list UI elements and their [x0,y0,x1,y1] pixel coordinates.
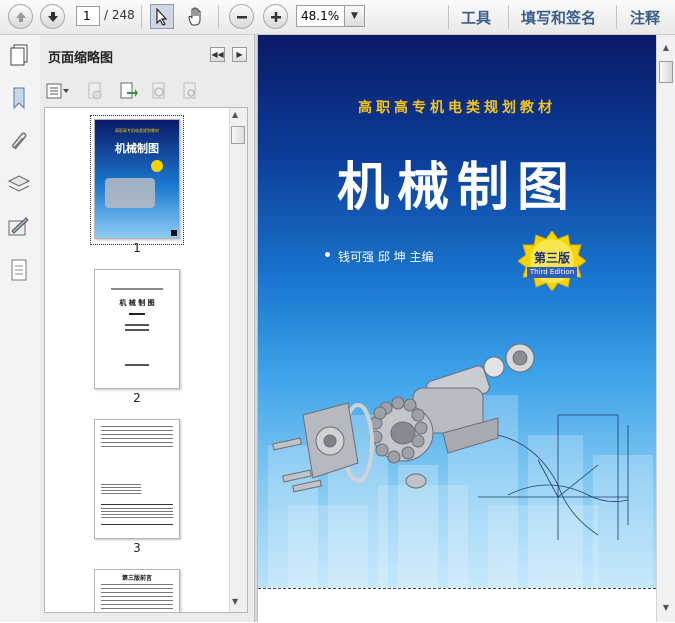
thumbnail-panel: 页面缩略图 ◀◀ ▶ 高职高专机电类规划教材 机械制图 1 机 械 制 图 2 … [40,35,254,622]
page-thumbnails-button[interactable] [7,43,31,67]
expand-panel-button[interactable]: ▶ [232,47,247,62]
signature-icon [8,217,29,236]
layers-icon [7,175,31,192]
thumbnail-label: 1 [133,241,141,255]
document-scrollbar[interactable]: ▲ ▼ [656,35,675,622]
thumbnail-page-3[interactable] [94,419,180,539]
thumbnail-page-2[interactable]: 机 械 制 图 [94,269,180,389]
toolbar-divider [218,5,219,29]
page-content-button[interactable] [7,258,31,282]
page-thumbnails-icon [10,44,28,66]
document-viewer: 高职高专机电类规划教材 机械制图 钱可强 邱 坤 主编 第三版 Third Ed… [258,35,675,623]
tools-menu[interactable]: 工具 [461,7,491,28]
options-menu-icon[interactable] [46,82,70,100]
cover-authors: 钱可强 邱 坤 主编 [338,250,434,264]
thumb-text-line [125,329,149,331]
attachment-icon [11,132,27,150]
thumbnail-page-1[interactable]: 高职高专机电类规划教材 机械制图 [94,119,180,239]
attachments-button[interactable] [7,129,31,153]
thumb-text-block [101,508,173,520]
thumb-publisher-line [125,364,149,366]
page-gap [258,588,656,623]
thumb-rule [101,504,173,505]
toolbar-divider [141,5,142,29]
thumb-barcode [171,230,177,236]
thumb-page-title: 第三版前言 [121,575,152,582]
minus-icon [236,15,247,18]
arrow-up-icon [15,11,26,22]
thumb-text-block [101,584,173,612]
thumb-text-line [111,288,163,290]
extract-page-icon[interactable] [118,81,138,101]
badge-sub-text: Third Edition [527,267,577,278]
fill-sign-menu[interactable]: 填写和签名 [521,7,596,28]
thumb-rule [101,524,173,525]
scroll-down-icon[interactable]: ▼ [232,597,238,606]
thumbnail-label: 3 [133,541,141,555]
zoom-in-button[interactable] [263,4,288,29]
page-icon [11,259,27,281]
double-chevron-left-icon: ◀◀ [211,50,224,59]
arrow-down-icon [47,11,58,22]
technical-drawing [478,414,629,540]
hand-icon [188,6,201,25]
comment-menu[interactable]: 注释 [630,7,660,28]
thumbnail-label: 2 [133,391,141,405]
hand-tool-button[interactable] [184,4,208,29]
thumb-page-title: 机 械 制 图 [119,299,155,307]
toolbar-divider [508,5,509,29]
thumb-badge [151,160,163,172]
thumb-cover-graphic [105,178,155,208]
cover-page: 高职高专机电类规划教材 机械制图 钱可强 邱 坤 主编 第三版 Third Ed… [258,35,656,588]
thumbnail-list: 高职高专机电类规划教材 机械制图 1 机 械 制 图 2 3 第三版前言 ▲ ▼ [44,107,248,613]
page-total: / 248 [104,8,135,22]
toolbar-divider [616,5,617,29]
cover-title: 机械制图 [336,157,577,218]
thumbnail-toolbar [40,78,254,104]
page-properties-icon[interactable] [180,81,200,101]
thumb-text-block [101,484,141,494]
next-page-button[interactable] [40,4,65,29]
navigation-rail [0,35,41,622]
scroll-up-icon[interactable]: ▲ [232,110,238,119]
thumbnail-scroll-thumb[interactable] [231,126,245,144]
bookmarks-button[interactable] [7,86,31,110]
thumbnail-page-4[interactable]: 第三版前言 [94,569,180,612]
page-number-input[interactable]: 1 [76,6,100,26]
thumb-cover-title: 机械制图 [115,142,159,155]
layers-button[interactable] [7,172,31,196]
bookmark-icon [13,87,25,110]
author-bullet [325,252,330,257]
chevron-right-icon: ▶ [236,50,243,59]
plus-icon [270,11,281,22]
rotate-page-icon[interactable] [149,81,169,101]
panel-header: 页面缩略图 ◀◀ ▶ [40,35,254,75]
panel-title: 页面缩略图 [48,51,114,66]
thumb-text-line [125,324,149,326]
document-scroll-thumb[interactable] [659,61,673,83]
collapse-panel-button[interactable]: ◀◀ [210,47,225,62]
thumb-text-line [129,313,145,315]
main-toolbar: 1 / 248 48.1% ▼ 工具 填写和签名 注释 [0,0,675,35]
cursor-icon [156,7,168,26]
badge-main-text: 第三版 [533,251,570,265]
zoom-level-input[interactable]: 48.1% [296,5,345,27]
toolbar-divider [448,5,449,29]
previous-page-button[interactable] [8,4,33,29]
chevron-down-icon: ▼ [351,11,358,21]
cover-series: 高职高专机电类规划教材 [358,100,556,116]
thumb-cover-series: 高职高专机电类规划教材 [115,128,159,133]
thumbnail-scrollbar[interactable]: ▲ ▼ [229,108,247,612]
thumb-text-block [101,426,173,450]
scroll-down-icon[interactable]: ▼ [659,601,673,615]
scroll-up-icon[interactable]: ▲ [659,41,673,55]
signatures-button[interactable] [7,215,31,239]
zoom-out-button[interactable] [229,4,254,29]
delete-page-icon[interactable] [85,81,105,101]
edition-badge: 第三版 Third Edition [518,231,586,291]
select-tool-button[interactable] [150,4,174,29]
zoom-dropdown-button[interactable]: ▼ [345,5,365,27]
